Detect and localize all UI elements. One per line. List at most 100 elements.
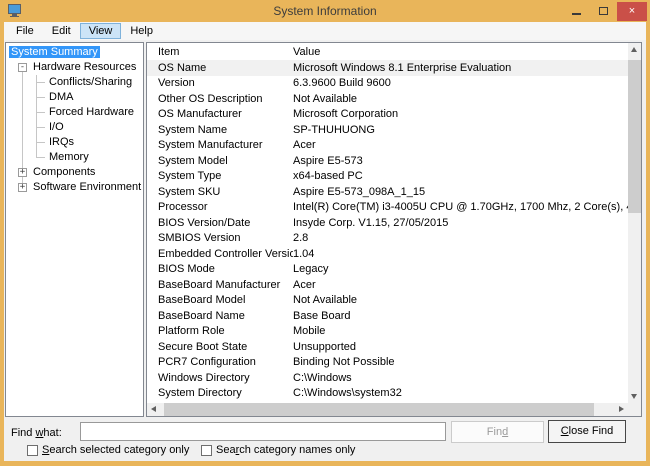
list-row[interactable]: OS Name Microsoft Windows 8.1 Enterprise… [147,60,628,76]
tree-item[interactable]: + Software Environment [6,180,143,195]
detail-list: Item Value OS Name Microsoft Windows 8.1… [146,42,642,417]
tree-expander-icon[interactable]: + [18,183,27,192]
tree-item[interactable]: System Summary [6,45,143,60]
list-row[interactable]: Platform Role Mobile [147,324,628,340]
find-what-input[interactable] [80,422,446,441]
menu-item-edit[interactable]: Edit [43,23,80,39]
tree-item-label: IRQs [47,136,76,148]
tree-item-label: DMA [47,91,75,103]
menu-item-file[interactable]: File [7,23,43,39]
content-area: System Summary - Hardware Resources Conf… [4,40,646,461]
list-cell-item: BIOS Version/Date [147,217,293,229]
list-cell-item: Secure Boot State [147,341,293,353]
tree-item-label: Forced Hardware [47,106,136,118]
list-cell-value: Binding Not Possible [293,356,628,368]
scroll-right-arrow-icon[interactable] [615,403,628,416]
system-information-app-icon [8,4,22,18]
close-find-button[interactable]: Close Find [548,420,626,443]
list-cell-value: Aspire E5-573 [293,155,628,167]
menu-item-view[interactable]: View [80,23,122,39]
list-row[interactable]: BaseBoard Name Base Board [147,308,628,324]
list-row[interactable]: Version 6.3.9600 Build 9600 [147,76,628,92]
list-cell-item: System Type [147,170,293,182]
close-button[interactable]: × [617,2,647,21]
tree-item[interactable]: I/O [6,120,143,135]
find-button[interactable]: Find [451,421,544,443]
column-header-value: Value [293,46,628,58]
list-cell-item: System Name [147,124,293,136]
maximize-icon [599,7,608,15]
scroll-left-arrow-icon[interactable] [147,403,160,416]
list-row[interactable]: System Type x64-based PC [147,169,628,185]
list-cell-item: BaseBoard Model [147,294,293,306]
list-row[interactable]: SMBIOS Version 2.8 [147,231,628,247]
list-cell-item: System Directory [147,387,293,399]
list-row[interactable]: BaseBoard Manufacturer Acer [147,277,628,293]
list-row[interactable]: Embedded Controller Version 1.04 [147,246,628,262]
list-cell-item: SMBIOS Version [147,232,293,244]
scroll-down-arrow-icon[interactable] [628,390,641,403]
list-cell-value: C:\Windows\system32 [293,387,628,399]
tree-item-label: Hardware Resources [31,61,138,73]
list-row[interactable]: BIOS Version/Date Insyde Corp. V1.15, 27… [147,215,628,231]
search-category-names-label: Search category names only [216,444,355,456]
list-row[interactable]: System Name SP-THUHUONG [147,122,628,138]
scroll-up-arrow-icon[interactable] [628,43,641,56]
tree-item[interactable]: IRQs [6,135,143,150]
list-cell-value: Legacy [293,263,628,275]
horizontal-scrollbar-thumb[interactable] [164,403,594,416]
list-cell-value: Not Available [293,294,628,306]
list-row[interactable]: System SKU Aspire E5-573_098A_1_15 [147,184,628,200]
find-bar: Find what: Find Close Find Search select… [4,418,646,461]
horizontal-scrollbar[interactable] [147,403,628,416]
list-cell-item: Other OS Description [147,93,293,105]
list-row[interactable]: Processor Intel(R) Core(TM) i3-4005U CPU… [147,200,628,216]
list-cell-item: Version [147,77,293,89]
list-row[interactable]: System Model Aspire E5-573 [147,153,628,169]
list-cell-item: BaseBoard Name [147,310,293,322]
list-cell-item: Windows Directory [147,372,293,384]
tree-item[interactable]: + Components [6,165,143,180]
list-cell-item: Platform Role [147,325,293,337]
list-cell-value: Acer [293,139,628,151]
list-body: OS Name Microsoft Windows 8.1 Enterprise… [147,60,628,403]
list-cell-value: Unsupported [293,341,628,353]
tree-expander-icon[interactable]: - [18,63,27,72]
minimize-button[interactable] [563,2,590,21]
list-row[interactable]: Other OS Description Not Available [147,91,628,107]
list-row[interactable]: System Manufacturer Acer [147,138,628,154]
list-row[interactable]: BaseBoard Model Not Available [147,293,628,309]
list-cell-item: Embedded Controller Version [147,248,293,260]
tree-expander-icon[interactable]: + [18,168,27,177]
maximize-button[interactable] [590,2,617,21]
scrollbar-corner [628,403,641,416]
list-row[interactable]: OS Manufacturer Microsoft Corporation [147,107,628,123]
vertical-scrollbar-thumb[interactable] [628,60,641,213]
search-category-names-checkbox[interactable] [201,445,212,456]
list-row[interactable]: Secure Boot State Unsupported [147,339,628,355]
list-row[interactable]: PCR7 Configuration Binding Not Possible [147,355,628,371]
close-icon: × [629,2,635,21]
search-selected-category-checkbox[interactable] [27,445,38,456]
list-cell-item: PCR7 Configuration [147,356,293,368]
list-cell-value: 1.04 [293,248,628,260]
menu-bar: File Edit View Help [4,22,646,40]
tree-item[interactable]: Conflicts/Sharing [6,75,143,90]
tree-item[interactable]: DMA [6,90,143,105]
list-cell-value: Base Board [293,310,628,322]
tree-item-label: Conflicts/Sharing [47,76,134,88]
list-row[interactable]: System Directory C:\Windows\system32 [147,386,628,402]
list-row[interactable]: Windows Directory C:\Windows [147,370,628,386]
list-row[interactable]: BIOS Mode Legacy [147,262,628,278]
tree-item[interactable]: Memory [6,150,143,165]
menu-item-help[interactable]: Help [121,23,162,39]
list-cell-value: Microsoft Corporation [293,108,628,120]
window-title: System Information [0,4,650,18]
search-selected-category-label: Search selected category only [42,444,189,456]
vertical-scrollbar[interactable] [628,43,641,403]
tree-item[interactable]: - Hardware Resources [6,60,143,75]
tree-item-label: I/O [47,121,66,133]
list-cell-item: System Model [147,155,293,167]
tree-item[interactable]: Forced Hardware [6,105,143,120]
list-cell-item: BaseBoard Manufacturer [147,279,293,291]
